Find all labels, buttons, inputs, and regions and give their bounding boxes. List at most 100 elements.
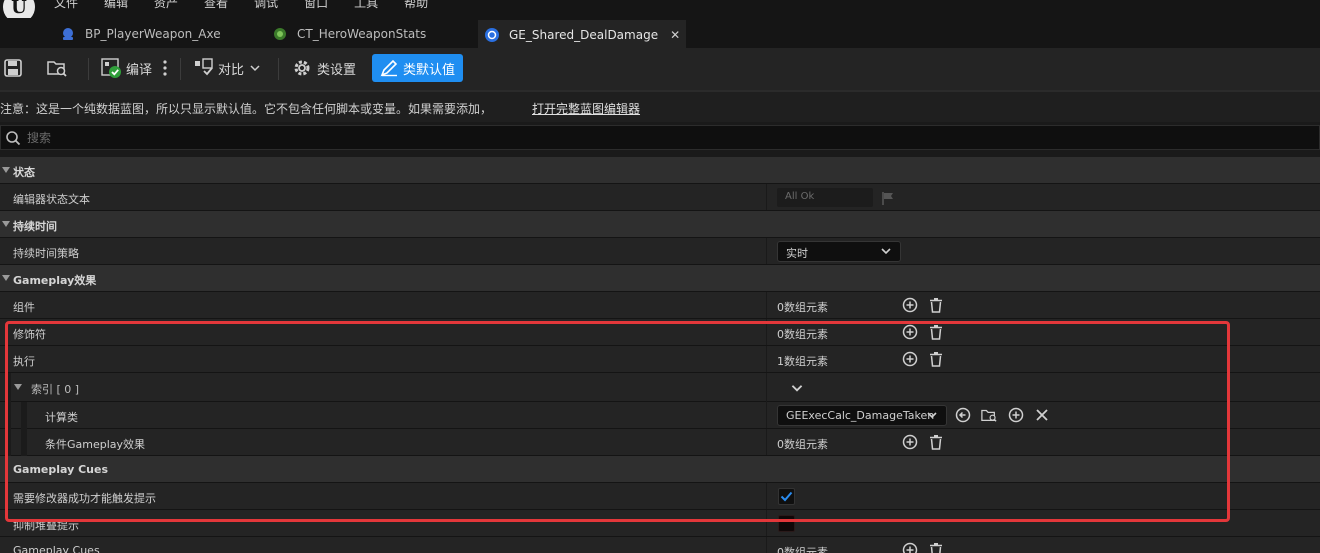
property-label: 编辑器状态文本 [13,193,90,206]
property-label: 修饰符 [13,328,46,341]
class-settings-button[interactable]: 类设置 [292,54,356,82]
add-new-icon[interactable] [1008,407,1024,423]
add-element-icon[interactable] [902,434,918,450]
menu-edit[interactable]: 编辑 [104,0,128,11]
category-gameplay-effect[interactable]: Gameplay效果 [0,265,1320,292]
search-input[interactable] [27,128,527,148]
toolbar-separator [88,58,89,80]
column-divider [766,510,767,536]
property-gameplay-cues: Gameplay Cues 0数组元素 [0,537,1320,553]
tab-ge-shared-dealdamage[interactable]: GE_Shared_DealDamage ✕ [478,20,686,48]
property-modifiers: 修饰符 0数组元素 [0,319,1320,346]
compile-options-button[interactable] [162,54,168,82]
tab-label: GE_Shared_DealDamage [509,28,659,42]
category-status[interactable]: 状态 [0,157,1320,184]
property-index-0: 索引 [ 0 ] [0,373,1320,402]
column-divider [766,429,767,455]
menu-view[interactable]: 查看 [204,0,228,11]
column-divider [766,184,767,210]
array-count: 0数组元素 [777,438,828,451]
column-divider [766,292,767,318]
column-divider [766,238,767,264]
property-duration-policy: 持续时间策略 实时 [0,238,1320,265]
toolbar-separator [278,58,279,80]
indent-guide [5,402,11,429]
column-divider [766,402,767,428]
class-defaults-label: 类默认值 [403,62,456,78]
dropdown-value: 实时 [786,247,808,260]
add-element-icon[interactable] [902,297,918,313]
collapse-arrow-icon[interactable] [2,275,10,281]
column-divider [766,373,767,402]
trash-icon[interactable] [928,297,944,313]
add-element-icon[interactable] [902,542,918,553]
compile-button[interactable]: 编译 [100,54,152,82]
toolbar-separator [180,58,181,80]
category-label: 持续时间 [13,220,57,233]
calculation-class-dropdown[interactable]: GEExecCalc_DamageTaken [777,405,947,426]
chevron-down-icon [250,65,260,72]
menu-debug[interactable]: 调试 [254,0,278,11]
open-full-blueprint-editor-link[interactable]: 打开完整蓝图编辑器 [532,100,640,117]
dropdown-value: GEExecCalc_DamageTaken [786,409,935,422]
toolbar: 编译 对比 类设置 类默认值 [0,48,1320,90]
clear-icon[interactable] [1034,407,1050,423]
compile-label: 编译 [126,62,153,78]
tab-label: CT_HeroWeaponStats [297,27,427,41]
property-suppress-stacking-cues: 抑制堆叠提示 [0,510,1320,537]
menu-file[interactable]: 文件 [54,0,78,11]
property-label: Gameplay Cues [13,544,100,553]
property-label: 持续时间策略 [13,247,79,260]
array-count: 1数组元素 [777,355,828,368]
add-element-icon[interactable] [902,351,918,367]
close-tab-icon[interactable]: ✕ [670,28,680,42]
main-menu: 文件 编辑 资产 查看 调试 窗口 工具 帮助 [54,0,454,11]
browse-folder-icon[interactable] [981,407,997,423]
browse-asset-button[interactable] [46,54,68,82]
require-modifier-success-checkbox[interactable] [778,488,795,505]
array-count: 0数组元素 [777,301,828,314]
trash-icon[interactable] [928,434,944,450]
trash-icon[interactable] [928,351,944,367]
more-options-icon [163,60,167,76]
suppress-stacking-cues-checkbox[interactable] [778,515,795,532]
chevron-down-icon [881,248,891,255]
array-count: 0数组元素 [777,546,828,553]
menu-window[interactable]: 窗口 [304,0,328,11]
trash-icon[interactable] [928,542,944,553]
menu-asset[interactable]: 资产 [154,0,178,11]
add-element-icon[interactable] [902,324,918,340]
collapse-arrow-icon[interactable] [14,384,22,390]
category-duration[interactable]: 持续时间 [0,211,1320,238]
diff-button[interactable]: 对比 [194,54,260,82]
trash-icon[interactable] [928,324,944,340]
property-require-modifier-success: 需要修改器成功才能触发提示 [0,483,1320,510]
array-count: 0数组元素 [777,328,828,341]
editor-status-text-field: All Ok [777,188,873,207]
tab-label: BP_PlayerWeapon_Axe [85,27,221,41]
class-defaults-button[interactable]: 类默认值 [372,54,464,82]
save-icon [4,59,22,77]
use-selected-asset-icon[interactable] [955,407,971,423]
save-button[interactable] [4,54,22,82]
column-divider [766,319,767,345]
category-label: 状态 [13,166,35,179]
duration-policy-dropdown[interactable]: 实时 [777,241,901,262]
property-components: 组件 0数组元素 [0,292,1320,319]
chevron-down-icon [927,412,937,419]
category-gameplay-cues[interactable]: Gameplay Cues [0,456,1320,483]
tab-bp-playerweapon-axe[interactable]: BP_PlayerWeapon_Axe [60,20,221,48]
tab-ct-heroweaponstats[interactable]: CT_HeroWeaponStats [272,20,426,48]
property-calculation-class: 计算类 GEExecCalc_DamageTaken [0,402,1320,429]
collapse-arrow-icon[interactable] [2,221,10,227]
property-label: 计算类 [45,411,78,424]
property-label: 执行 [13,355,35,368]
column-divider [766,346,767,372]
collapse-arrow-icon[interactable] [2,167,10,173]
curve-table-icon [272,26,288,42]
menu-bar: U 文件 编辑 资产 查看 调试 窗口 工具 帮助 [0,0,1320,26]
chevron-down-icon[interactable] [789,380,805,396]
column-divider [766,483,767,509]
menu-help[interactable]: 帮助 [404,0,428,11]
menu-tools[interactable]: 工具 [354,0,378,11]
